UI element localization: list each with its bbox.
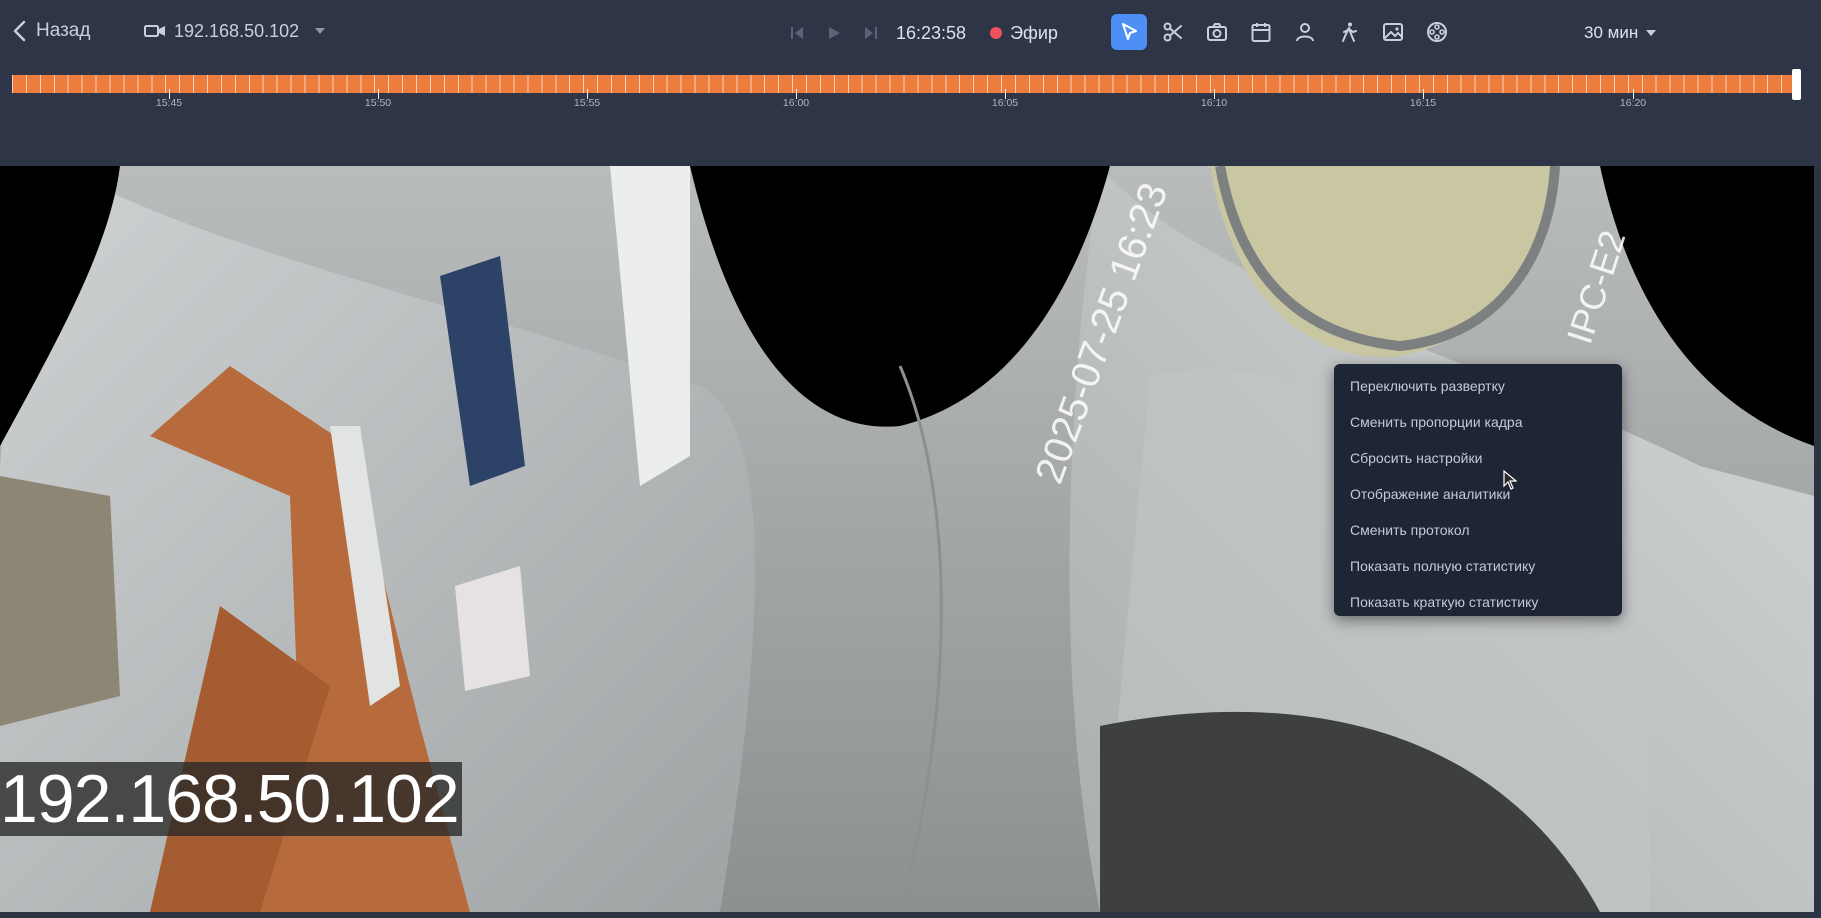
menu-item-full-stats[interactable]: Показать полную статистику <box>1334 548 1622 584</box>
timeline: 15:45 15:50 15:55 16:00 16:05 16:10 16:1… <box>0 66 1821 166</box>
time-range-selector[interactable]: 30 мин <box>1584 16 1657 50</box>
menu-item-change-protocol[interactable]: Сменить протокол <box>1334 512 1622 548</box>
timeline-label: 15:45 <box>155 97 183 109</box>
chevron-down-icon <box>315 28 326 34</box>
playback-controls: 16:23:58 Эфир <box>783 16 1058 50</box>
bottom-bar <box>0 912 1821 918</box>
pointer-tool-button[interactable] <box>1111 14 1147 50</box>
film-reel-icon <box>1427 22 1447 42</box>
calendar-button[interactable] <box>1243 14 1279 50</box>
person-button[interactable] <box>1287 14 1323 50</box>
time-range-label: 30 мин <box>1584 23 1639 42</box>
skip-back-icon <box>791 27 803 39</box>
menu-item-change-aspect[interactable]: Сменить пропорции кадра <box>1334 404 1622 440</box>
image-icon <box>1383 23 1403 41</box>
camera-snapshot-icon <box>1207 23 1227 41</box>
camera-overlay-label: 192.168.50.102 <box>0 762 462 836</box>
context-menu: Переключить развертку Сменить пропорции … <box>1334 364 1622 616</box>
chevron-down-icon <box>1646 30 1657 36</box>
toolbar <box>1111 14 1463 50</box>
snapshot-button[interactable] <box>1199 14 1235 50</box>
back-label: Назад <box>36 20 91 41</box>
play-button[interactable] <box>820 16 848 50</box>
cut-tool-button[interactable] <box>1155 14 1191 50</box>
current-time: 16:23:58 <box>896 22 967 43</box>
scissors-icon <box>1163 22 1182 42</box>
video-camera-icon <box>144 25 165 37</box>
timeline-label: 16:00 <box>782 97 810 109</box>
live-label: Эфир <box>1010 22 1058 43</box>
skip-forward-button[interactable] <box>857 16 885 50</box>
top-bar: Назад 192.168.50.102 16:23:58 Эфир 30 ми… <box>0 0 1821 66</box>
timeline-label: 16:15 <box>1409 97 1437 109</box>
skip-forward-icon <box>865 27 877 39</box>
camera-name: 192.168.50.102 <box>174 20 300 41</box>
menu-item-switch-dewarp[interactable]: Переключить развертку <box>1334 368 1622 404</box>
mouse-cursor-icon <box>1503 470 1517 490</box>
walking-person-icon <box>1342 22 1357 42</box>
chevron-left-icon <box>13 20 26 42</box>
image-button[interactable] <box>1375 14 1411 50</box>
person-icon <box>1296 23 1314 42</box>
timeline-label: 16:05 <box>991 97 1019 109</box>
motion-button[interactable] <box>1331 14 1367 50</box>
menu-item-show-analytics[interactable]: Отображение аналитики <box>1334 476 1622 512</box>
camera-selector[interactable]: 192.168.50.102 <box>144 16 326 46</box>
timeline-label: 15:55 <box>573 97 601 109</box>
calendar-icon <box>1251 23 1271 42</box>
menu-item-reset-settings[interactable]: Сбросить настройки <box>1334 440 1622 476</box>
timeline-label: 15:50 <box>364 97 392 109</box>
live-button[interactable]: Эфир <box>990 23 1058 44</box>
archive-button[interactable] <box>1419 14 1455 50</box>
timeline-label: 16:20 <box>1619 97 1647 109</box>
back-button[interactable]: Назад <box>12 16 90 46</box>
timeline-handle[interactable] <box>1792 69 1801 100</box>
skip-back-button[interactable] <box>783 16 811 50</box>
pointer-icon <box>1122 23 1137 40</box>
menu-item-short-stats[interactable]: Показать краткую статистику <box>1334 584 1622 620</box>
timeline-label: 16:10 <box>1200 97 1228 109</box>
timeline-track[interactable] <box>12 75 1794 93</box>
play-icon <box>829 27 840 39</box>
live-dot-icon <box>990 27 1003 39</box>
